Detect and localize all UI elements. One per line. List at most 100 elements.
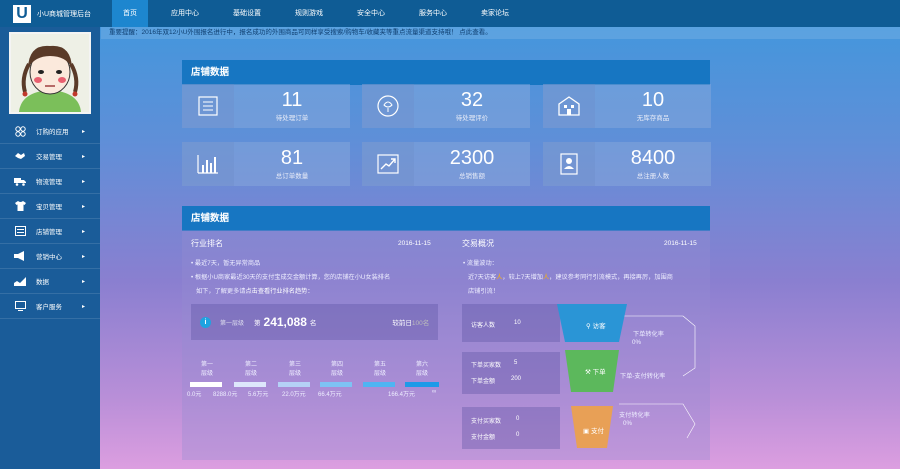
chevron-right-icon: ▸: [82, 203, 86, 210]
pay-buyers-label: 支付买家数: [471, 419, 502, 425]
bar-chart-icon: [182, 142, 234, 186]
sidebar-item-label: 数据: [36, 279, 49, 286]
pay-rate-value: 0%: [623, 420, 632, 427]
avatar[interactable]: [9, 32, 91, 114]
order-amount-value: 200: [511, 376, 522, 382]
trade-line-2a: 近7天访客: [468, 274, 497, 281]
stat-value: 2300: [449, 147, 495, 169]
payments-row: 支付买家数 0 支付金额 0: [462, 407, 560, 449]
compare-value: 100名: [411, 320, 430, 327]
stat-card-total-sales[interactable]: 2300 总销售额: [362, 142, 530, 186]
nav-security[interactable]: 安全中心: [346, 0, 396, 27]
sidebar-item-store[interactable]: 店铺管理 ▸: [0, 219, 100, 244]
chevron-right-icon: ▸: [82, 178, 86, 185]
tier-bar: [234, 382, 266, 387]
list-icon: [182, 84, 234, 128]
sidebar-menu: 订购的应用 ▸ 交易管理 ▸ 物流管理 ▸ 宝贝管理 ▸ 店铺管理 ▸ 营销中心…: [0, 119, 100, 319]
trade-line-3: 店铺引流！: [468, 288, 499, 295]
id-card-icon: [543, 142, 595, 186]
store-icon: [14, 225, 26, 237]
stat-card-total-users[interactable]: 8400 总注册人数: [543, 142, 711, 186]
truck-icon: [14, 175, 26, 187]
tier-label: 第五 层级: [373, 362, 386, 377]
sidebar-item-label: 物流管理: [36, 179, 62, 186]
app-logo[interactable]: U: [13, 4, 31, 23]
order-rate-label: 下单转化率: [633, 331, 664, 338]
compare-label: 较前日: [392, 320, 412, 327]
nav-basic-settings[interactable]: 基础设置: [222, 0, 272, 27]
sidebar-item-label: 宝贝管理: [36, 204, 62, 211]
tier-value: 5.6万元: [248, 392, 269, 398]
stat-label: 总注册人数: [636, 173, 670, 180]
sidebar-item-logistics[interactable]: 物流管理 ▸: [0, 169, 100, 194]
notice-banner[interactable]: 重要提醒：2016年双12小U外围报名进行中，报名成功的外围商品可同样享受搜索/…: [101, 27, 900, 39]
main-nav: 首页 应用中心 基础设置 规则游戏 安全中心 服务中心 卖家论坛: [112, 0, 532, 27]
chart-icon: [14, 275, 26, 287]
nav-forum[interactable]: 卖家论坛: [470, 0, 520, 27]
shirt-icon: [14, 200, 26, 212]
info-icon: i: [200, 316, 211, 328]
tier-value: 66.4万元: [318, 392, 342, 398]
trade-line-2: 近7天访客人，较上7天增加人，建议参考同行引流模式，再接再厉，加围商: [468, 272, 673, 281]
pay-rate-label: 支付转化率: [619, 412, 650, 419]
visitors-label: 访客人数: [471, 323, 496, 329]
tier-value: 166.4万元: [388, 392, 416, 398]
trade-line-2c: ，较上7天增加: [502, 274, 543, 281]
trade-overview-title: 交易概况: [462, 239, 494, 248]
nav-service[interactable]: 服务中心: [408, 0, 458, 27]
trend-icon: [362, 142, 414, 186]
industry-trend-link[interactable]: 点击查看行业排名趋势：: [246, 288, 314, 295]
sidebar-item-label: 交易管理: [36, 154, 62, 161]
sidebar-item-label: 营销中心: [36, 254, 62, 261]
visitors-value: 10: [514, 320, 521, 326]
tier-value: 0.0元: [187, 392, 202, 398]
stat-card-pending-reviews[interactable]: 32 待处理评价: [362, 84, 530, 128]
pay-amount-label: 支付金额: [471, 435, 496, 441]
order-pay-rate-label: 下单-支付转化率: [620, 373, 666, 380]
stat-card-out-of-stock[interactable]: 10 无库存商品: [543, 84, 711, 128]
industry-line-1: • 最近7天，暂无异常商品: [191, 260, 261, 267]
sidebar-item-apps[interactable]: 订购的应用 ▸: [0, 119, 100, 144]
industry-rank-date: 2016-11-15: [398, 240, 431, 247]
sidebar-item-trade[interactable]: 交易管理 ▸: [0, 144, 100, 169]
rank-tier: 第一层级: [220, 320, 245, 327]
stat-card-pending-orders[interactable]: 11 待处理订单: [182, 84, 350, 128]
tier-label: 第三 层级: [288, 362, 301, 377]
sidebar-item-service[interactable]: 客户服务 ▸: [0, 294, 100, 319]
stat-label: 待处理评价: [455, 115, 489, 122]
tier-bar: [405, 382, 439, 387]
trade-overview-date: 2016-11-15: [664, 240, 697, 247]
stat-value: 81: [280, 147, 304, 169]
nav-app-center[interactable]: 应用中心: [160, 0, 210, 27]
orders-row: 下单买家数 5 下单金额 200: [462, 352, 560, 394]
sidebar-item-products[interactable]: 宝贝管理 ▸: [0, 194, 100, 219]
visitors-row: 访客人数 10: [462, 304, 560, 342]
tier-value: 22.0万元: [282, 392, 306, 398]
sidebar-item-label: 客户服务: [36, 304, 62, 311]
rose-icon: [362, 84, 414, 128]
rank-box: i 第一层级 第 241,088 名 较前日 100名: [191, 304, 438, 340]
sidebar-item-label: 店铺管理: [36, 229, 62, 236]
sidebar-item-marketing[interactable]: 营销中心 ▸: [0, 244, 100, 269]
nav-rules[interactable]: 规则游戏: [284, 0, 334, 27]
building-icon: [543, 84, 595, 128]
funnel-visitors-label: ⚲ 访客: [586, 323, 606, 330]
trade-line-1: • 流量波动：: [463, 260, 498, 267]
stat-value: 8400: [630, 147, 676, 169]
stat-label: 无库存商品: [636, 115, 670, 122]
chevron-right-icon: ▸: [82, 228, 86, 235]
funnel-orders-label: ⚒ 下单: [585, 369, 606, 376]
industry-line-3: 如下，了解更多请点击查看行业排名趋势：: [196, 286, 314, 295]
store-data-header: 店铺数据: [182, 60, 710, 85]
sidebar-item-label: 订购的应用: [36, 129, 69, 136]
rank-value: 241,088: [263, 315, 307, 329]
stat-value: 10: [641, 89, 665, 111]
stat-card-total-orders[interactable]: 81 总订单数量: [182, 142, 350, 186]
stat-label: 总订单数量: [275, 173, 309, 180]
top-navbar: U 小U商城管理后台 首页 应用中心 基础设置 规则游戏 安全中心 服务中心 卖…: [0, 0, 900, 27]
nav-home[interactable]: 首页: [112, 0, 148, 27]
order-amount-label: 下单金额: [471, 379, 496, 385]
pay-icon: ▣: [583, 428, 590, 435]
chevron-right-icon: ▸: [82, 128, 86, 135]
sidebar-item-data[interactable]: 数据 ▸: [0, 269, 100, 294]
